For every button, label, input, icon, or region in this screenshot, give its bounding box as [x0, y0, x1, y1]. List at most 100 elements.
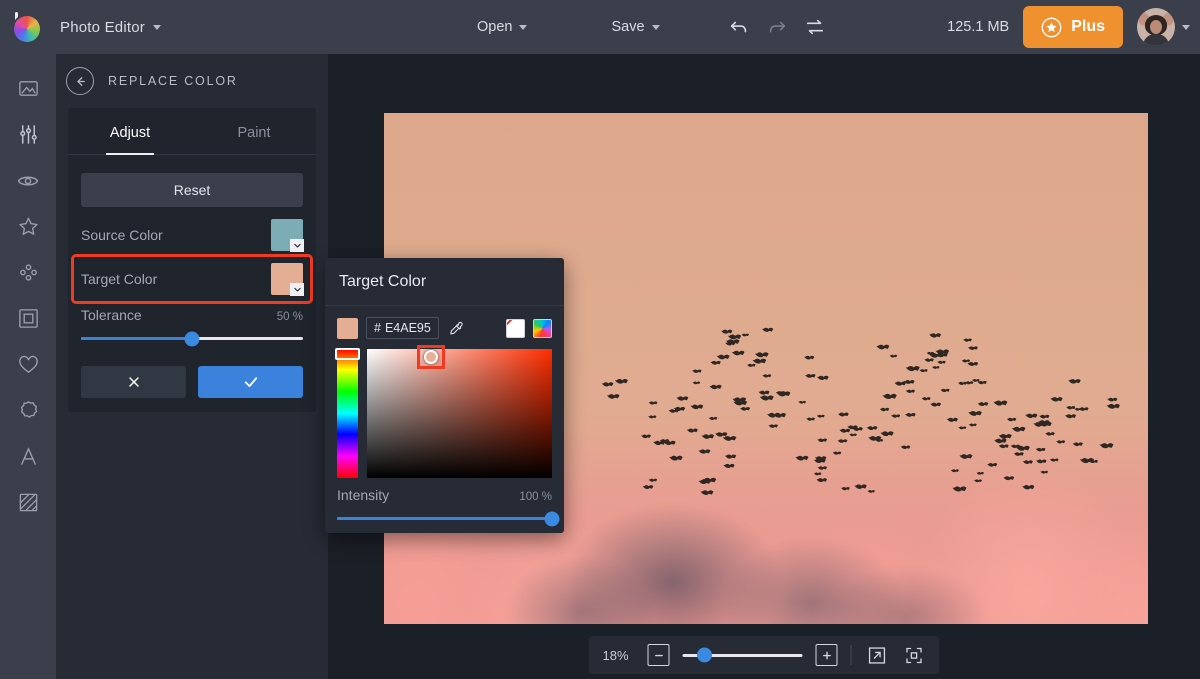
hue-selector[interactable] [335, 348, 360, 360]
save-menu-button[interactable]: Save [599, 13, 671, 41]
rail-item-overlays[interactable] [8, 256, 48, 289]
no-color-button[interactable] [506, 319, 525, 338]
tolerance-slider-block: Tolerance 50 % [81, 307, 303, 340]
intensity-value: 100 % [519, 491, 552, 503]
rail-item-effects[interactable] [8, 164, 48, 197]
tab-paint[interactable]: Paint [192, 108, 316, 154]
plus-label: Plus [1071, 18, 1105, 36]
source-color-swatch[interactable] [271, 219, 303, 251]
badge-burst-icon [17, 399, 40, 422]
panel-actions [81, 366, 303, 398]
popup-color-row: # E4AE95 [325, 306, 564, 345]
popup-title: Target Color [339, 273, 426, 291]
check-icon [242, 373, 260, 391]
chevron-down-icon [290, 283, 304, 296]
app-title-menu[interactable]: Photo Editor [60, 19, 161, 36]
target-color-label: Target Color [81, 271, 157, 287]
open-menu-button[interactable]: Open [465, 13, 539, 41]
image-landscape-icon [17, 77, 40, 100]
tolerance-slider-knob[interactable] [185, 331, 200, 346]
star-badge-icon [1041, 17, 1062, 38]
heart-icon [17, 353, 40, 376]
chevron-down-icon [153, 25, 161, 30]
chevron-down-icon [519, 25, 527, 30]
intensity-label: Intensity [337, 487, 389, 503]
top-toolbar: Photo Editor Open Save [0, 0, 1200, 54]
target-color-swatch[interactable] [271, 263, 303, 295]
redo-button[interactable] [758, 8, 796, 46]
source-color-label: Source Color [81, 227, 163, 243]
hex-hash: # [374, 321, 381, 335]
photo-editor-app: Photo Editor Open Save [0, 0, 1200, 679]
back-button[interactable] [66, 67, 94, 95]
intensity-slider-block: Intensity 100 % [325, 478, 564, 520]
replace-color-panel: REPLACE COLOR Adjust Paint Reset Source … [56, 54, 328, 679]
rail-item-text[interactable] [8, 440, 48, 473]
text-a-icon [17, 445, 40, 468]
rail-item-image[interactable] [8, 72, 48, 105]
undo-button[interactable] [720, 8, 758, 46]
eye-icon [16, 169, 40, 193]
panel-body: Adjust Paint Reset Source Color Target C… [68, 108, 316, 412]
frame-square-icon [17, 307, 40, 330]
chevron-down-icon [652, 25, 660, 30]
source-color-row[interactable]: Source Color [81, 213, 303, 257]
account-menu[interactable] [1137, 8, 1190, 46]
zoom-slider[interactable] [683, 654, 803, 657]
popup-color-preview [337, 318, 358, 339]
chevron-down-icon [1182, 25, 1190, 30]
rail-item-adjust[interactable] [8, 118, 48, 151]
file-size-label: 125.1 MB [947, 19, 1009, 35]
target-color-popup: Target Color # E4AE95 [325, 258, 564, 533]
compare-button[interactable] [796, 8, 834, 46]
back-arrow-circle-icon [73, 74, 88, 89]
intensity-slider-knob[interactable] [545, 511, 560, 526]
zoom-out-button[interactable] [648, 644, 670, 666]
picker-cursor[interactable] [424, 350, 438, 364]
expand-arrow-icon [866, 645, 887, 666]
apply-button[interactable] [198, 366, 303, 398]
user-avatar [1137, 8, 1175, 46]
rail-item-stickers[interactable] [8, 348, 48, 381]
fullscreen-button[interactable] [865, 643, 889, 667]
page-title: REPLACE COLOR [108, 74, 238, 88]
eyedropper-button[interactable] [447, 318, 467, 338]
chevron-down-icon [290, 239, 304, 252]
hex-input[interactable]: # E4AE95 [366, 317, 439, 339]
reset-button[interactable]: Reset [81, 173, 303, 207]
rail-item-filters[interactable] [8, 210, 48, 243]
panel-header: REPLACE COLOR [56, 54, 328, 108]
cancel-button[interactable] [81, 366, 186, 398]
intensity-slider[interactable] [337, 517, 552, 520]
zoom-slider-knob[interactable] [697, 648, 712, 663]
fit-to-screen-button[interactable] [902, 643, 926, 667]
saturation-value-box[interactable] [367, 349, 552, 478]
rail-item-frames[interactable] [8, 302, 48, 335]
adjust-sliders-icon [17, 123, 40, 146]
target-color-row[interactable]: Target Color [74, 257, 310, 301]
zoom-level-label: 18% [603, 648, 635, 663]
redo-arrow-icon [766, 16, 788, 38]
hue-strip[interactable] [337, 349, 358, 478]
top-toolbar-center: Open Save [465, 0, 834, 54]
rail-item-shapes[interactable] [8, 394, 48, 427]
zoom-in-button[interactable] [816, 644, 838, 666]
plus-upgrade-button[interactable]: Plus [1023, 6, 1123, 48]
star-icon [17, 215, 40, 238]
divider [851, 645, 852, 665]
open-label: Open [477, 19, 512, 35]
close-x-icon [126, 374, 142, 390]
brand-color-wheel-logo[interactable] [10, 10, 44, 44]
tolerance-label: Tolerance [81, 307, 142, 323]
texture-hatch-icon [17, 491, 40, 514]
intensity-slider-fill [337, 517, 552, 520]
minus-icon [653, 650, 664, 661]
tab-adjust[interactable]: Adjust [68, 108, 192, 154]
tool-rail [0, 54, 56, 679]
color-wheel-button[interactable] [533, 319, 552, 338]
rail-item-texture[interactable] [8, 486, 48, 519]
popup-header: Target Color [325, 258, 564, 306]
app-title-label: Photo Editor [60, 19, 145, 36]
fit-to-screen-icon [903, 645, 924, 666]
tolerance-slider[interactable] [81, 337, 303, 340]
